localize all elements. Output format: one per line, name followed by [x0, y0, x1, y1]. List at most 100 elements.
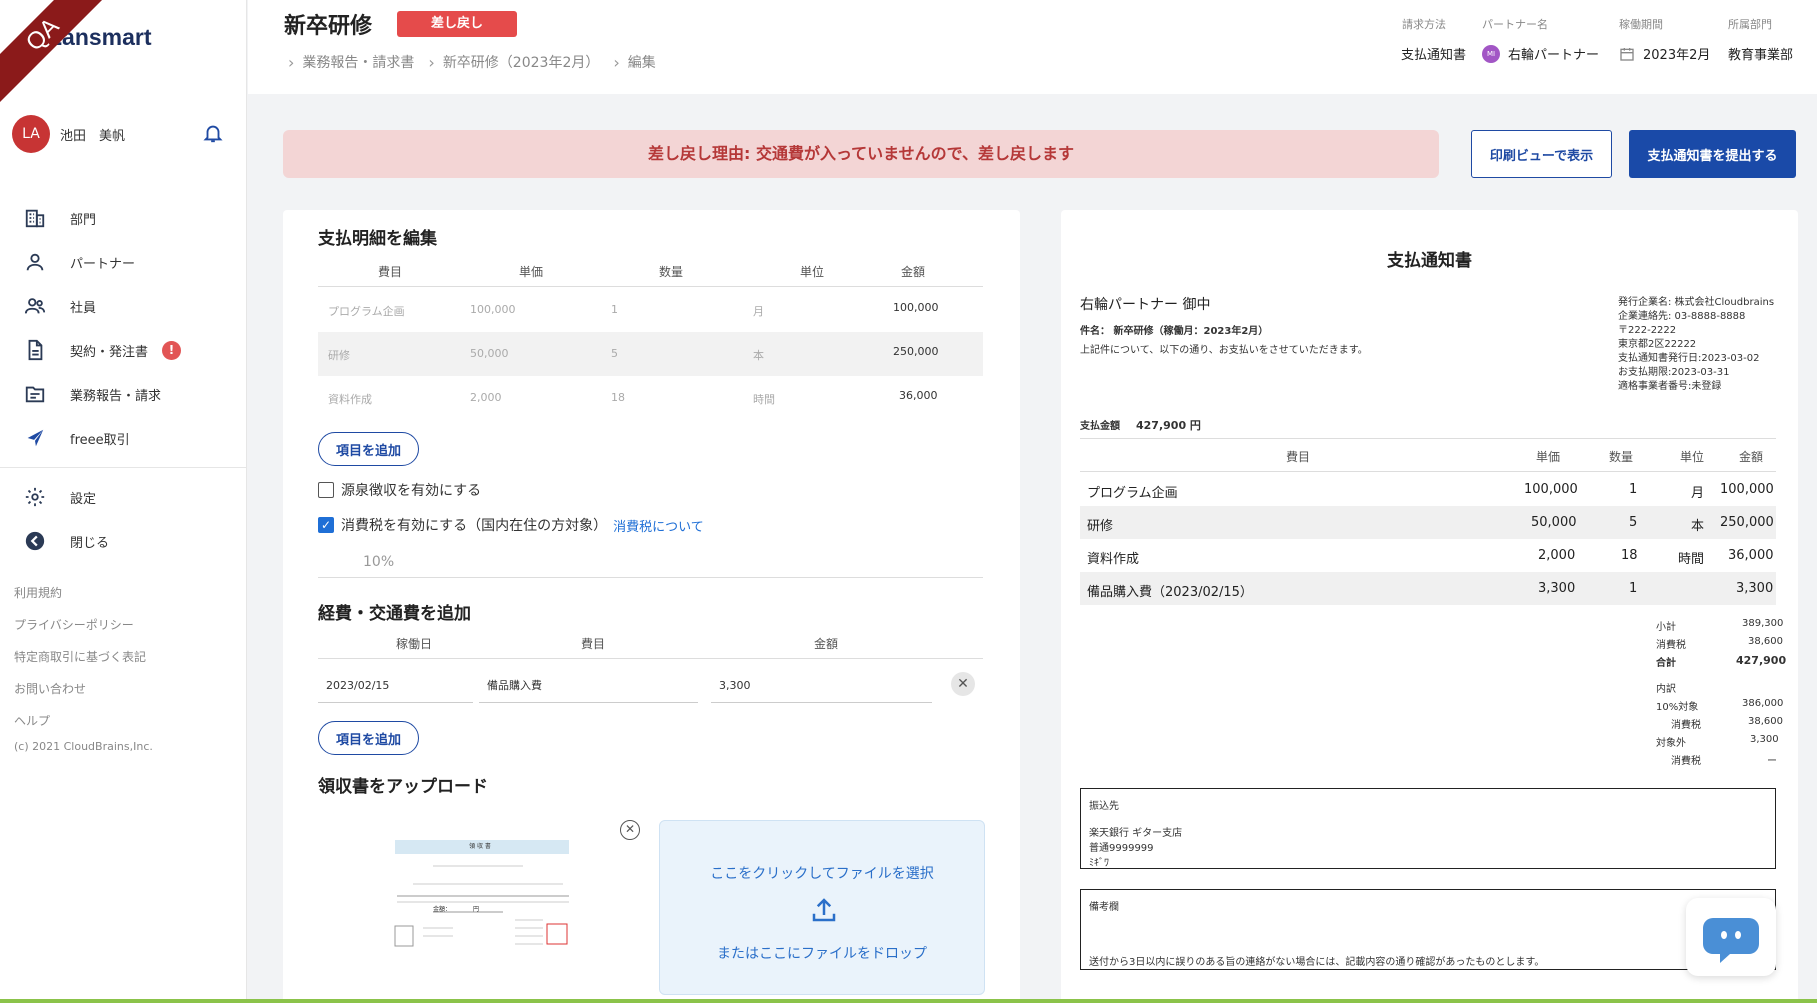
breadcrumb-item: › 編集 [613, 52, 656, 72]
withholding-toggle[interactable]: 源泉徴収を有効にする [318, 480, 481, 500]
sidebar-item-partners[interactable]: パートナー [0, 240, 246, 284]
terms-link[interactable]: 利用規約 [14, 576, 153, 608]
privacy-link[interactable]: プライバシーポリシー [14, 608, 153, 640]
consumption-tax-toggle[interactable]: 消費税を有効にする（国内在住の方対象） 消費税について [318, 515, 704, 535]
user-profile[interactable]: LA 池田 美帆 [12, 114, 232, 154]
footer-links: 利用規約 プライバシーポリシー 特定商取引に基づく表記 お問い合わせ ヘルプ (… [14, 576, 153, 753]
document-icon [28, 339, 43, 361]
breadcrumb-item[interactable]: › 新卒研修（2023年2月） [428, 52, 599, 72]
sidebar-item-label: パートナー [70, 256, 136, 272]
people-icon [24, 298, 46, 314]
method-value: 支払通知書 [1401, 48, 1467, 63]
partner-value: MI 右輪パートナー [1482, 44, 1599, 63]
expense-item-input[interactable]: 備品購入費 [479, 669, 698, 703]
receipt-thumb-amount: 金額：円 [433, 906, 480, 913]
bank-info-box: 振込先 楽天銀行 ギター支店 普通9999999 ﾐｷﾞﾜ [1080, 788, 1776, 869]
preview-total: 支払金額 427,900 円 [1080, 419, 1201, 432]
table-row[interactable]: 資料作成 2,000 18 時間 36,000 [318, 376, 983, 420]
period-label: 稼働期間 [1619, 18, 1663, 31]
method-label: 請求方法 [1402, 18, 1446, 31]
table-row[interactable]: プログラム企画 100,000 1 月 100,000 [318, 288, 983, 332]
consumption-tax-link[interactable]: 消費税について [613, 516, 704, 535]
table-row: 備品購入費（2023/02/15） 3,300 1 3,300 [1080, 572, 1776, 605]
status-badge: 差し戻し [397, 11, 517, 37]
gear-icon [25, 487, 45, 507]
sidebar-item-label: 業務報告・請求 [70, 388, 162, 404]
receipt-thumbnail: 領 収 書 金額：円 [393, 836, 573, 961]
dropzone-select-text: ここをクリックしてファイルを選択 [710, 866, 934, 882]
remove-expense-button[interactable]: ✕ [951, 672, 975, 696]
sidebar-item-close[interactable]: 閉じる [0, 519, 246, 563]
sidebar-item-label: freee取引 [70, 432, 130, 448]
edit-section-title: 支払明細を編集 [318, 229, 437, 249]
chevron-right-icon: › [428, 52, 435, 72]
bell-icon[interactable] [202, 122, 224, 144]
preview-subject: 件名： 新卒研修（稼働月：2023年2月） [1080, 326, 1269, 337]
partner-avatar: MI [1482, 44, 1500, 63]
payment-notice-preview: 支払通知書 右輪パートナー 御中 件名： 新卒研修（稼働月：2023年2月） 上… [1061, 210, 1798, 1003]
remarks-box: 備考欄 送付から3日以内に誤りのある旨の連絡がない場合には、記載内容の通り確認が… [1080, 889, 1776, 970]
commerce-link[interactable]: 特定商取引に基づく表記 [14, 640, 153, 672]
sidebar-item-employees[interactable]: 社員 [0, 284, 246, 328]
sidebar-item-departments[interactable]: 部門 [0, 196, 246, 240]
table-row: 研修 50,000 5 本 250,000 [1080, 506, 1776, 539]
sidebar-item-freee[interactable]: freee取引 [0, 416, 246, 460]
edit-card: 支払明細を編集 費目 単価 数量 単位 金額 プログラム企画 100,000 1… [283, 210, 1020, 1003]
dept-value: 教育事業部 [1728, 48, 1794, 63]
sidebar-item-label: 閉じる [70, 535, 110, 551]
add-expense-button[interactable]: 項目を追加 [318, 721, 419, 755]
table-row[interactable]: 研修 50,000 5 本 250,000 [318, 332, 983, 376]
submit-notice-button[interactable]: 支払通知書を提出する [1629, 130, 1796, 178]
expense-amount-input[interactable]: 3,300 [711, 669, 932, 703]
dept-label: 所属部門 [1728, 18, 1772, 31]
tax-rate-select[interactable]: 10% [363, 554, 394, 570]
period-value: 2023年2月 [1619, 44, 1710, 63]
sidebar-item-label: 設定 [70, 491, 97, 507]
table-row: 資料作成 2,000 18 時間 36,000 [1087, 548, 1774, 567]
copyright: (c) 2021 CloudBrains,Inc. [14, 740, 153, 753]
person-icon [26, 253, 44, 271]
divider [318, 577, 983, 578]
chevron-right-icon: › [613, 52, 620, 72]
sidebar-item-label: 社員 [70, 300, 97, 316]
add-line-item-button[interactable]: 項目を追加 [318, 432, 419, 466]
page-title: 新卒研修 [284, 14, 373, 39]
calendar-icon [1620, 47, 1634, 61]
table-row: プログラム企画 100,000 1 月 100,000 [1087, 482, 1774, 501]
sidebar-item-settings[interactable]: 設定 [0, 475, 246, 519]
withholding-checkbox[interactable] [318, 482, 334, 498]
upload-icon [812, 898, 836, 922]
expenses-header: 稼働日 費目 金額 [318, 629, 983, 659]
page-header: 新卒研修 差し戻し › 業務報告・請求書 › 新卒研修（2023年2月） › 編集 請… [248, 0, 1817, 94]
alert-badge: ! [162, 340, 182, 360]
breadcrumb-item[interactable]: › 業務報告・請求書 [288, 52, 414, 72]
preview-issuer-info: 発行企業名: 株式会社Cloudbrains 企業連絡先: 03-8888-88… [1618, 297, 1775, 392]
line-items-header: 費目 単価 数量 単位 金額 [318, 257, 983, 287]
preview-recipient: 右輪パートナー 御中 [1080, 297, 1211, 313]
bottom-accent-bar [0, 999, 1817, 1003]
chevron-right-icon: › [288, 52, 295, 72]
sidebar: QA Lansmart LA 池田 美帆 部門 パートナー 社員 契約・発注書 … [0, 0, 247, 1003]
consumption-tax-checkbox[interactable] [318, 517, 334, 533]
remove-receipt-button[interactable]: ✕ [620, 820, 640, 840]
reject-reason-banner: 差し戻し理由: 交通費が入っていませんので、差し戻します [283, 130, 1439, 178]
preview-table-header: 費目 単価 数量 単位 金額 [1080, 438, 1776, 472]
qa-ribbon: QA [0, 0, 123, 115]
expenses-section-title: 経費・交通費を追加 [318, 604, 471, 624]
receipt-section-title: 領収書をアップロード [318, 777, 488, 797]
expense-date-input[interactable]: 2023/02/15 [318, 669, 473, 703]
chat-support-button[interactable] [1686, 898, 1776, 976]
sidebar-item-reports[interactable]: 業務報告・請求 [0, 372, 246, 416]
avatar: LA [12, 115, 50, 153]
secondary-nav: 設定 閉じる [0, 475, 246, 563]
help-link[interactable]: ヘルプ [14, 704, 153, 736]
freee-icon [27, 429, 44, 447]
back-arrow-icon [25, 531, 45, 551]
breadcrumb: › 業務報告・請求書 › 新卒研修（2023年2月） › 編集 [288, 52, 670, 72]
file-dropzone[interactable]: ここをクリックしてファイルを選択 またはここにファイルをドロップ [659, 820, 985, 995]
sidebar-item-contracts[interactable]: 契約・発注書 ! [0, 328, 246, 372]
print-view-button[interactable]: 印刷ビューで表示 [1471, 130, 1612, 178]
contact-link[interactable]: お問い合わせ [14, 672, 153, 704]
preview-title: 支払通知書 [1387, 251, 1472, 271]
receipt-preview-image [394, 840, 569, 947]
